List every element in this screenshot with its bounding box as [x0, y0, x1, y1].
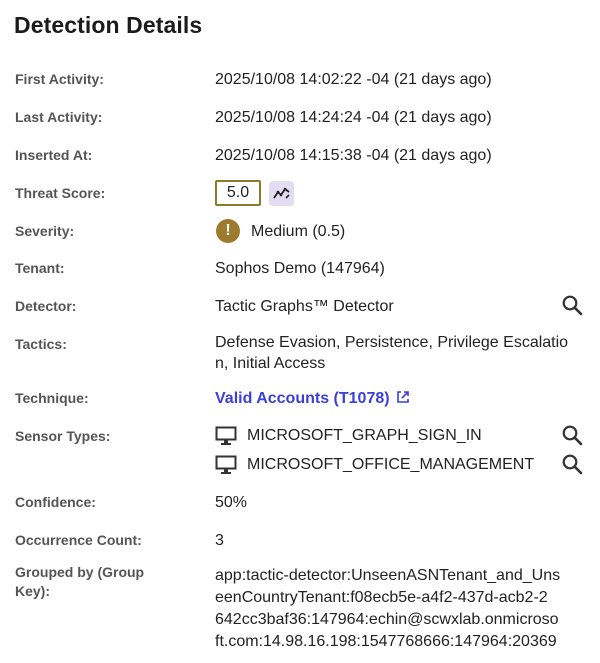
grouped-by-line-2: eenCountryTenant:f08ecb5e-a4f2-437d-acb2…	[215, 589, 548, 606]
grouped-by-label-line-2: Key):	[15, 583, 51, 599]
external-link-icon	[397, 391, 409, 403]
confidence-value: 50%	[215, 494, 248, 511]
page-title: Detection Details	[14, 12, 203, 38]
detector-search-icon[interactable]	[561, 294, 583, 316]
technique-label: Technique:	[15, 390, 89, 406]
threat-score-trend-button[interactable]	[269, 181, 294, 206]
sensor-type-item-1: MICROSOFT_GRAPH_SIGN_IN	[247, 427, 482, 444]
grouped-by-line-1: app:tactic-detector:UnseenASNTenant_and_…	[215, 567, 561, 584]
technique-link[interactable]: Valid Accounts (T1078)	[215, 388, 410, 409]
last-activity-label: Last Activity:	[15, 109, 103, 125]
severity-value: Medium (0.5)	[251, 223, 346, 240]
first-activity-label: First Activity:	[15, 71, 104, 87]
grouped-by-label-line-1: Grouped by (Group	[15, 564, 145, 580]
exclamation-icon: !	[216, 219, 240, 243]
technique-link-text: Valid Accounts (T1078)	[215, 390, 390, 407]
last-activity-value: 2025/10/08 14:24:24 -04 (21 days ago)	[215, 109, 492, 126]
confidence-label: Confidence:	[15, 494, 96, 510]
inserted-at-value: 2025/10/08 14:15:38 -04 (21 days ago)	[215, 147, 492, 164]
grouped-by-line-3: 642cc3baf36:147964:echin@scwxlab.onmicro…	[215, 611, 559, 628]
monitor-icon	[215, 426, 237, 445]
occurrence-count-value: 3	[215, 532, 224, 549]
sensor-type-2-search-icon[interactable]	[561, 453, 583, 475]
sensor-types-label: Sensor Types:	[15, 428, 111, 444]
tactics-line-1: Defense Evasion, Persistence, Privilege …	[215, 334, 569, 351]
sensor-type-1-search-icon[interactable]	[561, 424, 583, 446]
threat-score-label: Threat Score:	[15, 185, 106, 201]
inserted-at-label: Inserted At:	[15, 147, 93, 163]
occurrence-count-label: Occurrence Count:	[15, 532, 142, 548]
sensor-type-item-2: MICROSOFT_OFFICE_MANAGEMENT	[247, 456, 535, 473]
first-activity-value: 2025/10/08 14:02:22 -04 (21 days ago)	[215, 71, 492, 88]
detection-details-panel: Detection Details First Activity: 2025/1…	[0, 0, 600, 663]
tactics-line-2: n, Initial Access	[215, 355, 326, 372]
tactics-label: Tactics:	[15, 336, 67, 352]
grouped-by-line-4: ft.com:14.98.16.198:1547768666:147964:20…	[215, 633, 557, 650]
tenant-label: Tenant:	[15, 260, 65, 276]
monitor-icon	[215, 455, 237, 474]
trend-chart-icon	[273, 187, 290, 199]
detector-value: Tactic Graphs™ Detector	[215, 298, 394, 315]
threat-score-badge: 5.0	[215, 180, 261, 206]
tenant-value: Sophos Demo (147964)	[215, 260, 385, 277]
severity-label: Severity:	[15, 223, 75, 239]
detector-label: Detector:	[15, 298, 77, 314]
